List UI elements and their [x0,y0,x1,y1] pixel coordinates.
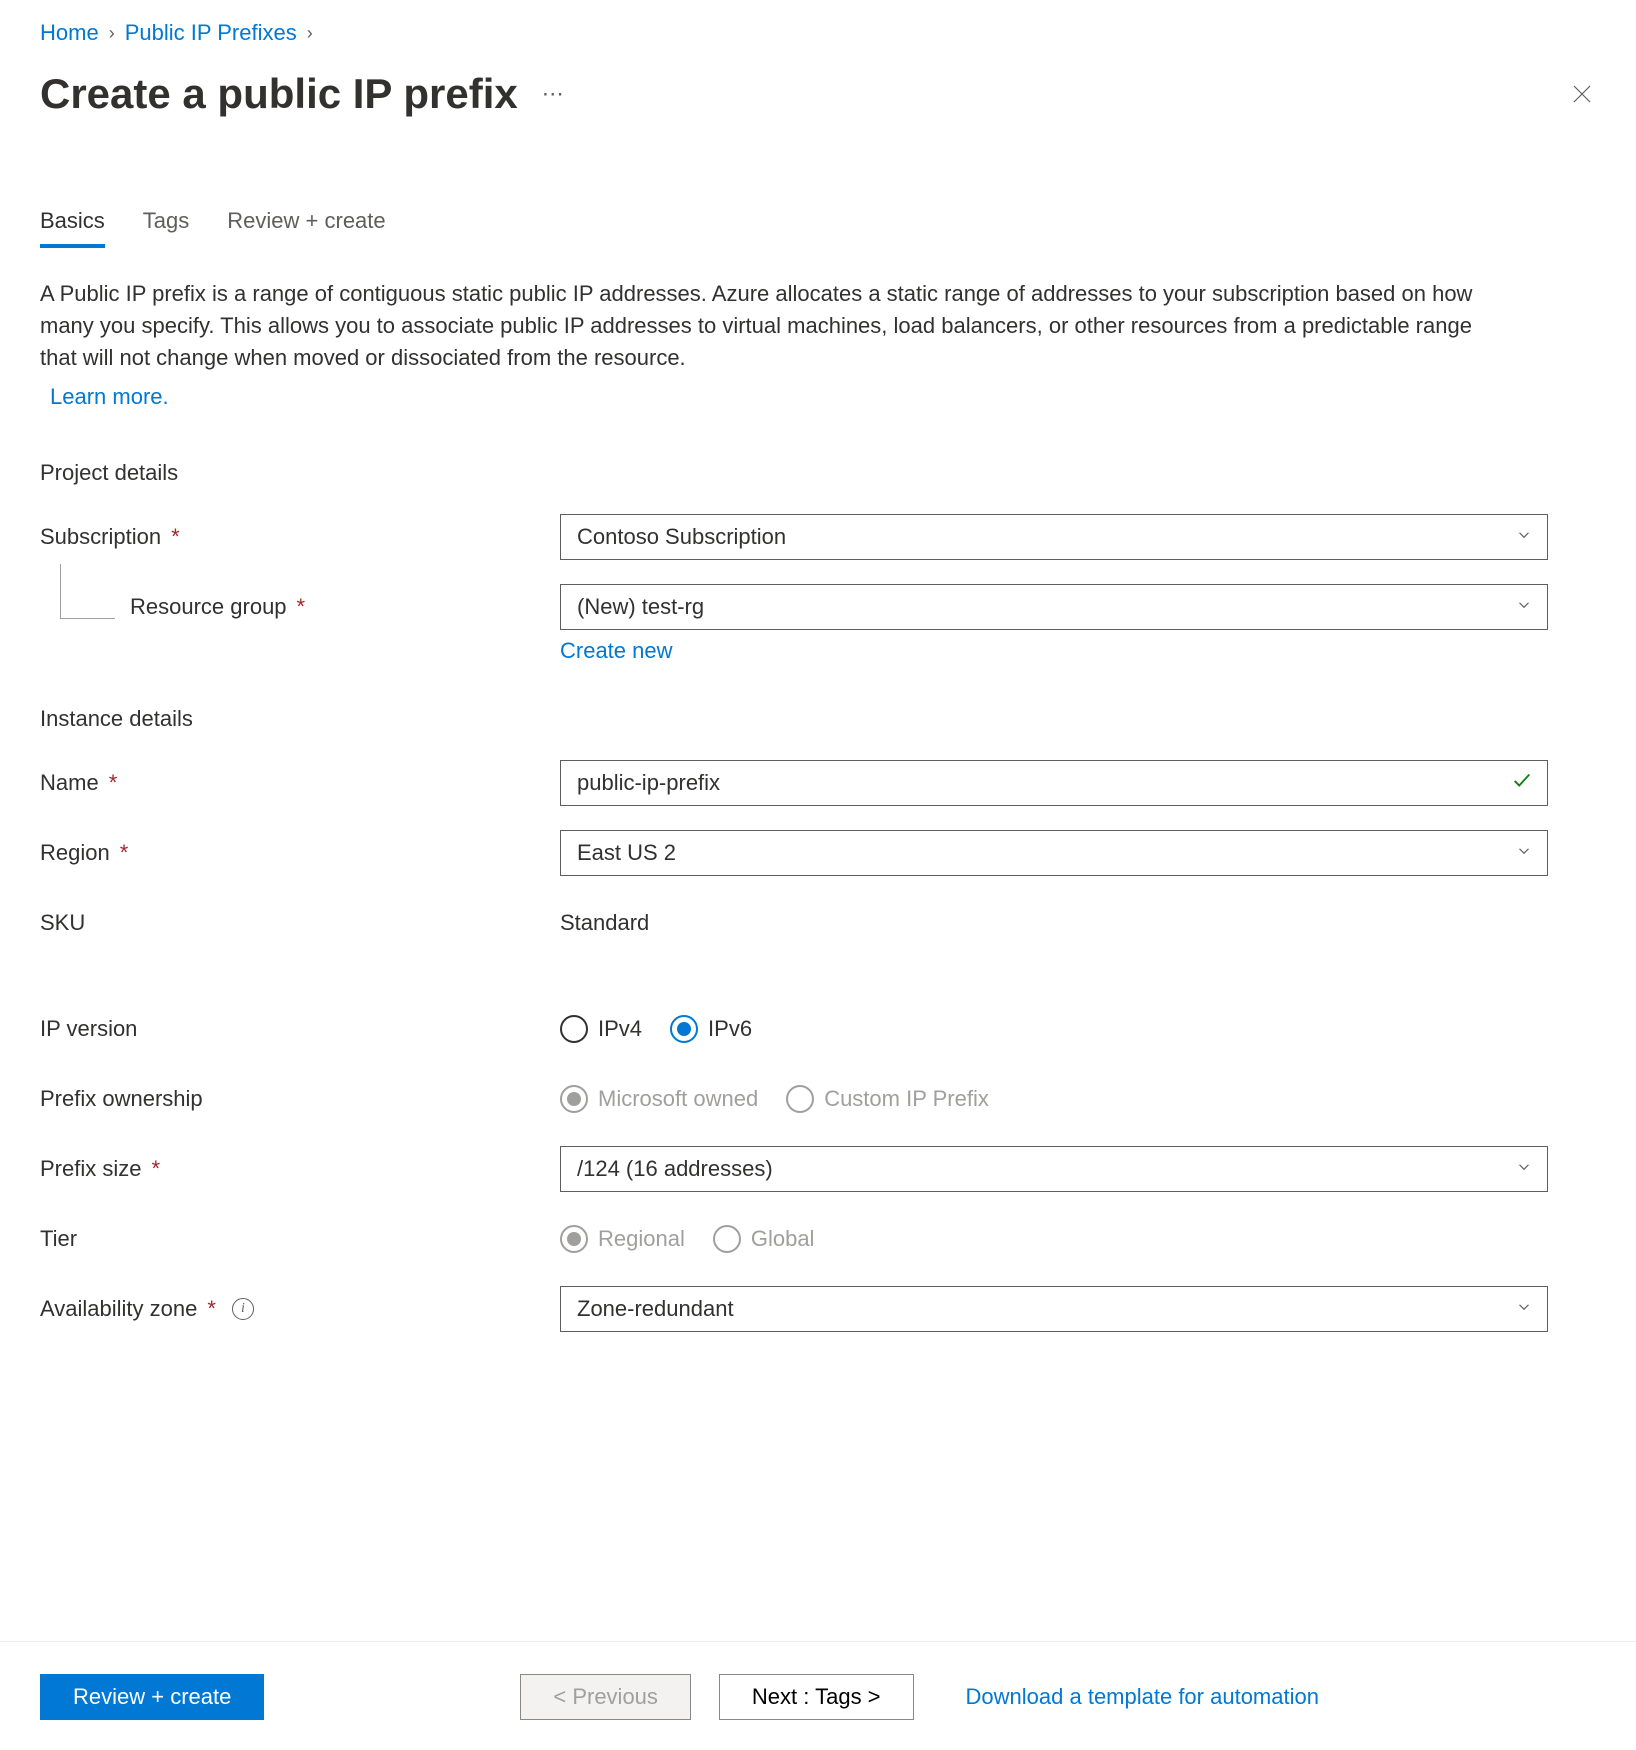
more-menu-button[interactable]: ⋯ [542,81,566,107]
subscription-select[interactable]: Contoso Subscription [560,514,1548,560]
breadcrumb-home[interactable]: Home [40,20,99,46]
prefix-ownership-radio-group: Microsoft owned Custom IP Prefix [560,1085,1548,1113]
download-template-link[interactable]: Download a template for automation [966,1684,1319,1710]
resource-group-select[interactable]: (New) test-rg [560,584,1548,630]
chevron-right-icon: › [307,23,313,44]
label-prefix-ownership: Prefix ownership [40,1086,560,1112]
next-button[interactable]: Next : Tags > [719,1674,914,1720]
label-prefix-size: Prefix size* [40,1156,560,1182]
description-text: A Public IP prefix is a range of contigu… [40,278,1490,374]
checkmark-icon [1511,769,1533,797]
chevron-down-icon [1515,524,1533,550]
learn-more-link[interactable]: Learn more. [50,384,169,410]
sku-value: Standard [560,910,649,935]
radio-custom-prefix: Custom IP Prefix [786,1085,989,1113]
tab-tags[interactable]: Tags [143,208,189,248]
chevron-down-icon [1515,840,1533,866]
breadcrumb: Home › Public IP Prefixes › [40,20,1596,46]
ip-version-radio-group: IPv4 IPv6 [560,1015,1548,1043]
tab-basics[interactable]: Basics [40,208,105,248]
radio-global: Global [713,1225,815,1253]
chevron-down-icon [1515,1156,1533,1182]
radio-ipv4[interactable]: IPv4 [560,1015,642,1043]
tier-radio-group: Regional Global [560,1225,1548,1253]
label-subscription: Subscription* [40,524,560,550]
radio-regional: Regional [560,1225,685,1253]
tab-review[interactable]: Review + create [227,208,385,248]
label-availability-zone: Availability zone* i [40,1296,560,1322]
radio-ipv6[interactable]: IPv6 [670,1015,752,1043]
page-title: Create a public IP prefix [40,70,518,118]
section-instance-details: Instance details [40,706,1596,732]
review-create-button[interactable]: Review + create [40,1674,264,1720]
label-ip-version: IP version [40,1016,560,1042]
section-project-details: Project details [40,460,1596,486]
availability-zone-select[interactable]: Zone-redundant [560,1286,1548,1332]
page-header: Create a public IP prefix ⋯ [40,70,1596,118]
label-region: Region* [40,840,560,866]
footer-bar: Review + create < Previous Next : Tags >… [0,1641,1636,1720]
chevron-right-icon: › [109,23,115,44]
radio-microsoft-owned: Microsoft owned [560,1085,758,1113]
prefix-size-select[interactable]: /124 (16 addresses) [560,1146,1548,1192]
close-button[interactable] [1568,80,1596,108]
name-input[interactable]: public-ip-prefix [560,760,1548,806]
chevron-down-icon [1515,594,1533,620]
region-select[interactable]: East US 2 [560,830,1548,876]
label-sku: SKU [40,910,560,936]
label-name: Name* [40,770,560,796]
label-tier: Tier [40,1226,560,1252]
tabs: Basics Tags Review + create [40,208,1596,248]
breadcrumb-prefixes[interactable]: Public IP Prefixes [125,20,297,46]
create-new-link[interactable]: Create new [560,638,673,663]
previous-button: < Previous [520,1674,691,1720]
label-resource-group: Resource group* [40,594,560,620]
info-icon[interactable]: i [232,1298,254,1320]
chevron-down-icon [1515,1296,1533,1322]
